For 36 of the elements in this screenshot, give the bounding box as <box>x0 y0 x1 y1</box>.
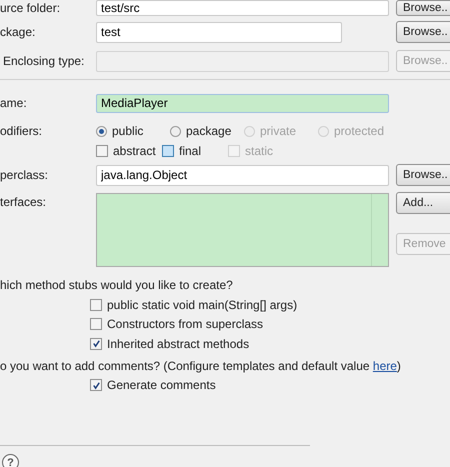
field-label: ckage: <box>0 25 36 39</box>
radio-option[interactable]: public <box>96 124 170 138</box>
list-button[interactable]: Add... <box>396 192 450 214</box>
radio-button[interactable] <box>170 126 181 136</box>
checkbox[interactable] <box>162 145 174 157</box>
here-link[interactable]: here <box>372 358 397 372</box>
browse-button[interactable]: Browse.. <box>396 21 450 43</box>
checkbox[interactable] <box>96 145 108 157</box>
checkbox[interactable] <box>90 318 102 330</box>
text-field[interactable]: test <box>96 22 342 42</box>
help-icon[interactable]: ? <box>2 454 19 467</box>
field-label: urce folder: <box>0 1 62 15</box>
radio-option[interactable]: package <box>170 124 244 138</box>
superclass-field[interactable]: java.lang.Object <box>96 164 389 186</box>
question-text: o you want to add comments? (Configure templates and default value here) <box>0 358 402 374</box>
interfaces-list[interactable] <box>96 193 389 267</box>
radio-button[interactable] <box>96 126 107 136</box>
checkbox-option[interactable]: Constructors from superclass <box>0 314 450 334</box>
checkbox-option[interactable]: abstract <box>96 144 162 158</box>
checkbox[interactable] <box>90 338 102 350</box>
checkbox-option[interactable]: public static void main(String[] args) <box>0 295 450 314</box>
field-label: perclass: <box>0 168 50 182</box>
browse-button[interactable]: Browse.. <box>396 164 450 186</box>
checkbox-option[interactable]: Inherited abstract methods <box>0 334 450 354</box>
field-label: ame: <box>0 96 28 110</box>
field-label: terfaces: <box>0 194 48 209</box>
checkbox-option[interactable]: Generate comments <box>0 376 450 395</box>
browse-button[interactable]: Browse.. <box>396 0 450 16</box>
checkbox[interactable] <box>90 379 102 392</box>
field-label: odifiers: <box>0 124 44 138</box>
question-text: hich method stubs would you like to create? <box>0 277 234 294</box>
name-field[interactable]: MediaPlayer <box>96 94 389 112</box>
checkbox-option[interactable]: final <box>162 144 228 158</box>
text-field[interactable]: test/src <box>96 0 389 16</box>
field-label: Enclosing type: <box>2 54 86 68</box>
checkbox[interactable] <box>90 298 102 311</box>
